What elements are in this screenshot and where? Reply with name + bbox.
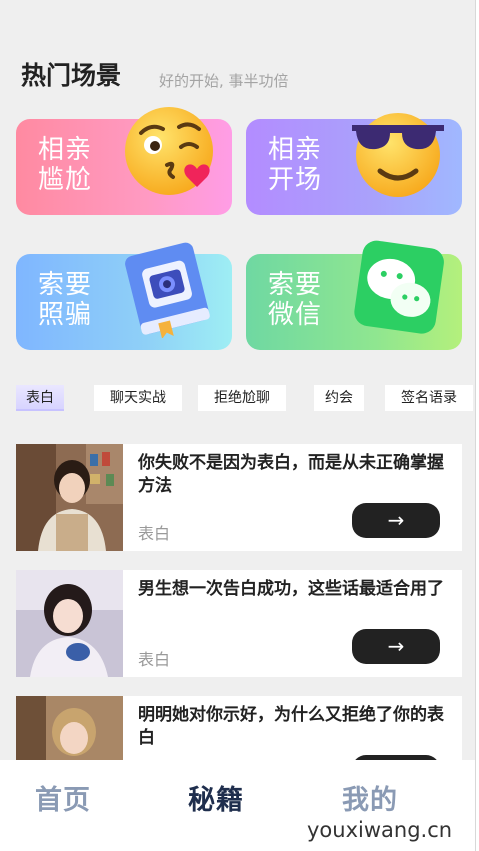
page-title: 热门场景 <box>21 61 122 90</box>
article-category: 表白 <box>138 650 171 669</box>
scene-card-label: 索要微信 <box>268 270 323 330</box>
article-category: 表白 <box>138 524 171 543</box>
app-screen: 热门场景 好的开始, 事半功倍 相亲尴尬 相亲开场 索要照骗 索要微信 表白 聊… <box>0 0 476 851</box>
article-thumbnail <box>16 570 123 677</box>
tag-refuse-awkward[interactable]: 拒绝尬聊 <box>198 385 286 411</box>
article-thumbnail <box>16 444 123 551</box>
sunglasses-face-emoji-icon <box>352 113 444 197</box>
camera-book-icon <box>125 242 210 338</box>
tab-secrets[interactable]: 秘籍 <box>188 778 244 817</box>
article-title: 明明她对你示好，为什么又拒绝了你的表白 <box>138 705 444 748</box>
article-title: 男生想一次告白成功，这些话最适合用了 <box>138 579 444 599</box>
scene-card-ask-wechat[interactable]: 索要微信 <box>246 240 462 350</box>
scene-card-label: 索要照骗 <box>38 270 93 330</box>
tag-signature-quotes[interactable]: 签名语录 <box>385 385 473 411</box>
tag-confession[interactable]: 表白 <box>16 385 64 411</box>
page-subtitle: 好的开始, 事半功倍 <box>159 72 289 90</box>
wechat-icon <box>354 240 444 334</box>
kissing-face-emoji-icon <box>125 107 213 195</box>
article-title: 你失败不是因为表白，而是从未正确掌握方法 <box>138 453 444 496</box>
article-card[interactable]: 男生想一次告白成功，这些话最适合用了 表白 → <box>16 570 462 677</box>
tab-home[interactable]: 首页 <box>35 778 91 817</box>
article-card[interactable]: 你失败不是因为表白，而是从未正确掌握方法 表白 → <box>16 444 462 551</box>
tag-chat-practice[interactable]: 聊天实战 <box>94 385 182 411</box>
scene-card-blind-date-opening[interactable]: 相亲开场 <box>246 113 462 215</box>
tag-dating[interactable]: 约会 <box>314 385 364 411</box>
scene-card-ask-photo[interactable]: 索要照骗 <box>16 242 232 350</box>
scene-card-label: 相亲开场 <box>268 135 323 195</box>
arrow-right-button[interactable]: → <box>352 503 440 538</box>
scene-card-label: 相亲尴尬 <box>38 135 93 195</box>
scene-card-blind-date-awkward[interactable]: 相亲尴尬 <box>16 107 232 215</box>
tab-mine[interactable]: 我的 <box>342 778 398 817</box>
category-tags: 表白 聊天实战 拒绝尬聊 约会 签名语录 <box>0 385 475 411</box>
site-watermark: youxiwang.cn <box>307 818 453 842</box>
arrow-right-button[interactable]: → <box>352 629 440 664</box>
